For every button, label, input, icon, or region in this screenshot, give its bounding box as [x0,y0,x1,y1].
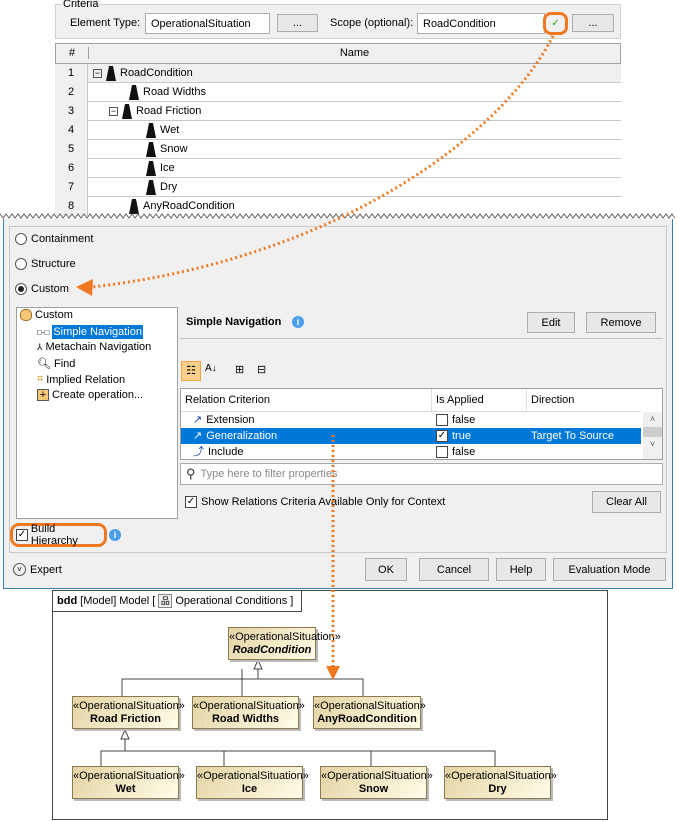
block-road-friction[interactable]: «OperationalSituation» Road Friction [72,696,185,729]
block-anyroadcondition[interactable]: «OperationalSituation» AnyRoadCondition [313,696,426,729]
block-name: Road Friction [90,713,161,725]
block-name: Road Widths [211,713,280,725]
block-name: Ice [241,783,258,795]
stereotype: «OperationalSituation» [321,770,433,782]
block-name: RoadCondition [232,644,312,656]
block-snow[interactable]: «OperationalSituation» Snow [320,766,433,799]
stereotype: «OperationalSituation» [445,770,557,782]
stereotype: «OperationalSituation» [73,700,185,712]
block-roadcondition[interactable]: «OperationalSituation» RoadCondition [228,627,341,660]
block-name: Wet [115,783,136,795]
stereotype: «OperationalSituation» [73,770,185,782]
stereotype: «OperationalSituation» [229,631,341,643]
stereotype: «OperationalSituation» [193,700,305,712]
block-name: Snow [358,783,389,795]
block-ice[interactable]: «OperationalSituation» Ice [196,766,309,799]
block-road-widths[interactable]: «OperationalSituation» Road Widths [192,696,305,729]
block-wet[interactable]: «OperationalSituation» Wet [72,766,185,799]
block-dry[interactable]: «OperationalSituation» Dry [444,766,557,799]
block-name: Dry [488,783,507,795]
stereotype: «OperationalSituation» [197,770,309,782]
block-name: AnyRoadCondition [317,713,417,725]
stereotype: «OperationalSituation» [314,700,426,712]
